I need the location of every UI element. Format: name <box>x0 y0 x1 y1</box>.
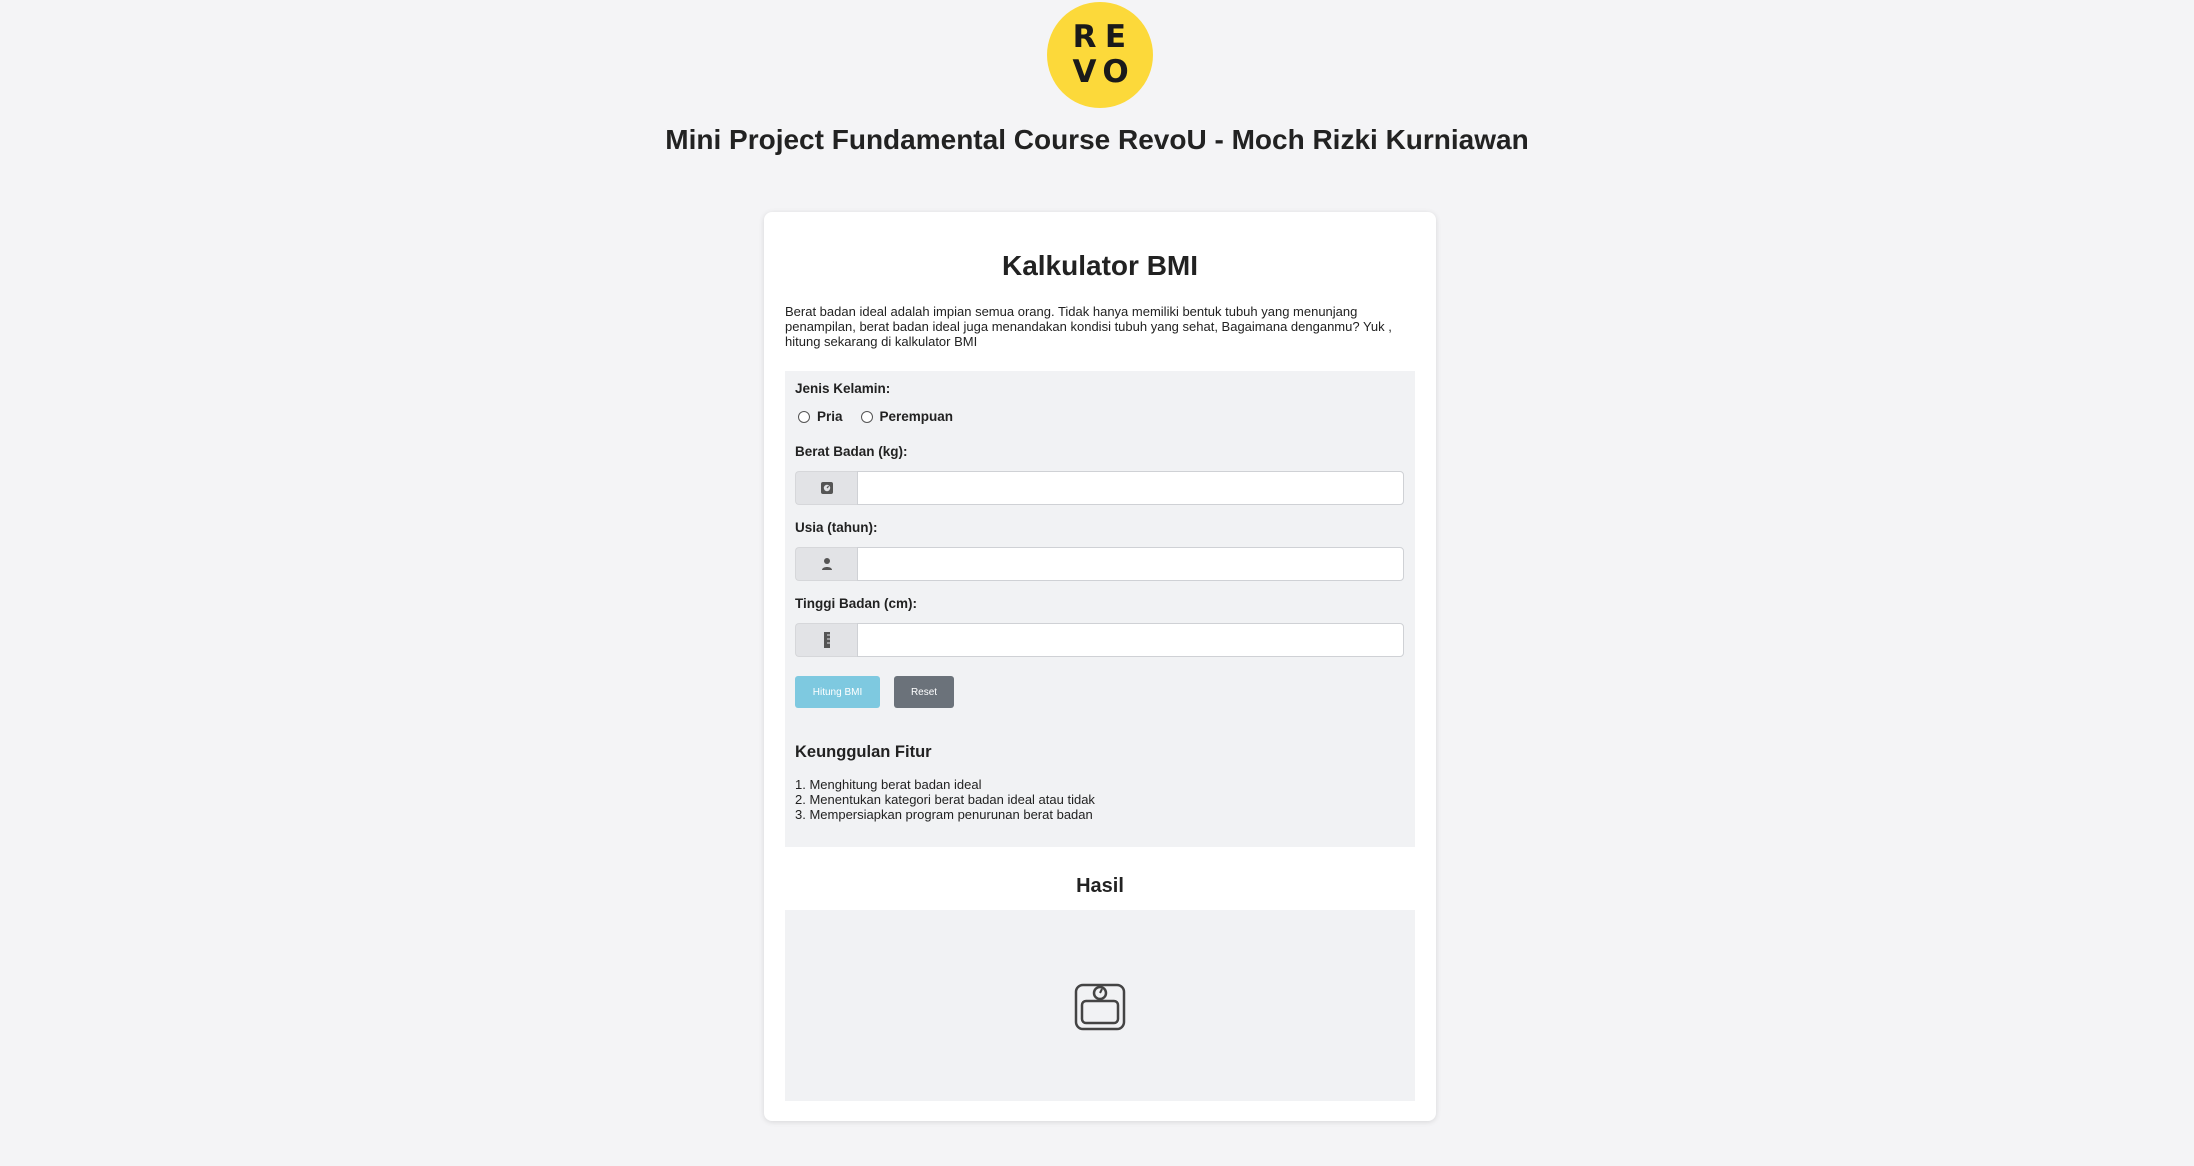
scale-icon <box>795 471 857 505</box>
logo-letter: O <box>1102 54 1129 90</box>
intro-text: Berat badan ideal adalah impian semua or… <box>785 304 1392 349</box>
bmi-card: Kalkulator BMI Berat badan ideal adalah … <box>764 212 1436 1121</box>
age-input-group <box>795 547 1404 581</box>
radio-option-pria[interactable]: Pria <box>798 409 843 424</box>
age-label: Usia (tahun): <box>795 520 878 535</box>
radio-pria[interactable] <box>798 410 810 423</box>
height-input[interactable] <box>857 623 1404 657</box>
list-item: 3. Mempersiapkan program penurunan berat… <box>795 807 1093 822</box>
logo-letter: E <box>1104 19 1127 55</box>
radio-perempuan[interactable] <box>860 410 873 423</box>
reset-button[interactable]: Reset <box>894 676 954 708</box>
page-title: Mini Project Fundamental Course RevoU - … <box>665 124 1529 155</box>
features-list: 1. Menghitung berat badan ideal 2. Menen… <box>795 777 1095 822</box>
weight-label: Berat Badan (kg): <box>795 444 908 459</box>
radio-option-perempuan[interactable]: Perempuan <box>860 409 954 424</box>
age-input[interactable] <box>857 547 1404 581</box>
hitung-bmi-button[interactable]: Hitung BMI <box>795 676 880 708</box>
user-icon <box>795 547 857 581</box>
radio-label-pria: Pria <box>817 409 843 424</box>
revou-logo: R E V O <box>1047 2 1153 108</box>
result-box <box>785 910 1415 1101</box>
bmi-form: Jenis Kelamin: Pria Perempuan Berat Bada… <box>785 371 1415 847</box>
card-title: Kalkulator BMI <box>1001 250 1199 281</box>
weight-input-group <box>795 471 1404 505</box>
logo-letter: V <box>1072 54 1097 90</box>
logo-letter: R <box>1072 19 1097 55</box>
height-label: Tinggi Badan (cm): <box>795 596 918 611</box>
result-title: Hasil <box>1076 875 1124 897</box>
scale-icon <box>1074 983 1126 1030</box>
list-item: 2. Menentukan kategori berat badan ideal… <box>795 792 1095 807</box>
ruler-icon <box>795 623 857 657</box>
features-title: Keunggulan Fitur <box>795 743 932 761</box>
radio-label-perempuan: Perempuan <box>879 409 954 424</box>
gender-radio-group: Pria Perempuan <box>798 409 971 424</box>
gender-label: Jenis Kelamin: <box>795 381 891 396</box>
height-input-group <box>795 623 1404 657</box>
weight-input[interactable] <box>857 471 1404 505</box>
list-item: 1. Menghitung berat badan ideal <box>795 777 982 792</box>
